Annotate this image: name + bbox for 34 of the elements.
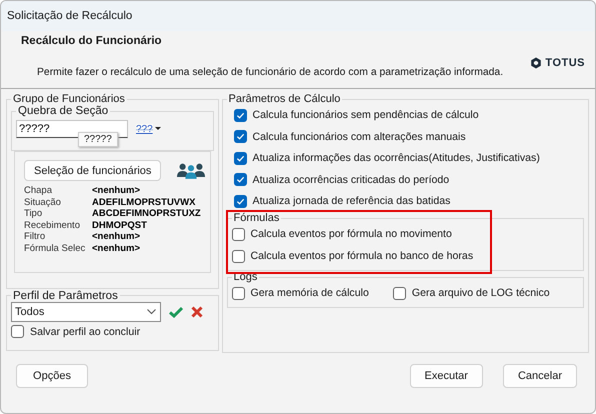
header-description: Permite fazer o recálculo de uma seleção de funcionário de acordo com a parametrização informada. — [37, 67, 504, 78]
checkbox-label: Calcula eventos por fórmula no banco de horas — [250, 250, 474, 262]
checkbox-label: Salvar perfil ao concluir — [30, 326, 140, 338]
field-value: <nenhum> — [92, 231, 142, 242]
field-label: Situação — [24, 196, 62, 208]
checkbox-label: Calcula eventos por fórmula no movimento — [250, 228, 452, 240]
group-title: Perfil de Parâmetros — [12, 290, 119, 302]
header-title: Recálculo do Funcionário — [21, 35, 162, 47]
checkbox-label: Gera memória de cálculo — [250, 287, 369, 299]
field-value: DHMOPQST — [92, 220, 148, 231]
logo-text: TOTUS — [545, 57, 585, 69]
checkbox-label: Atualiza informações das ocorrências(Atitudes, Justificativas) — [252, 152, 540, 164]
tooltip: ????? — [78, 132, 118, 147]
field-value: <nenhum> — [92, 242, 142, 254]
checkbox-label: Calcula funcionários com alterações manuais — [252, 130, 466, 142]
group-title: Fórmulas — [232, 212, 280, 224]
checkbox-label: Atualiza jornada de referência das batidas — [252, 195, 450, 207]
group-title: Quebra de Seção — [17, 105, 110, 117]
group-title: Logs — [232, 271, 258, 283]
field-value: <nenhum> — [92, 185, 142, 196]
group-title: Grupo de Funcionários — [12, 93, 126, 105]
field-label: Filtro — [24, 231, 46, 242]
checkbox-label: Calcula funcionários sem pendências de cálculo — [252, 109, 479, 121]
field-value: ABCDEFIMNOPRSTUXZ — [92, 208, 202, 220]
field-label: Tipo — [24, 208, 44, 220]
checkbox-label: Atualiza ocorrências criticadas do período — [252, 174, 450, 186]
field-label: Recebimento — [24, 220, 81, 231]
group-title: Parâmetros de Cálculo — [228, 93, 342, 105]
checkbox-label: Gera arquivo de LOG técnico — [412, 287, 550, 299]
field-label: Chapa — [24, 185, 53, 196]
window-title: Solicitação de Recálculo — [7, 10, 132, 22]
dropdown-value: Todos — [15, 306, 44, 318]
field-value: ADEFILMOPRSTUVWX — [92, 196, 196, 208]
field-label: Fórmula Selec — [24, 242, 86, 254]
